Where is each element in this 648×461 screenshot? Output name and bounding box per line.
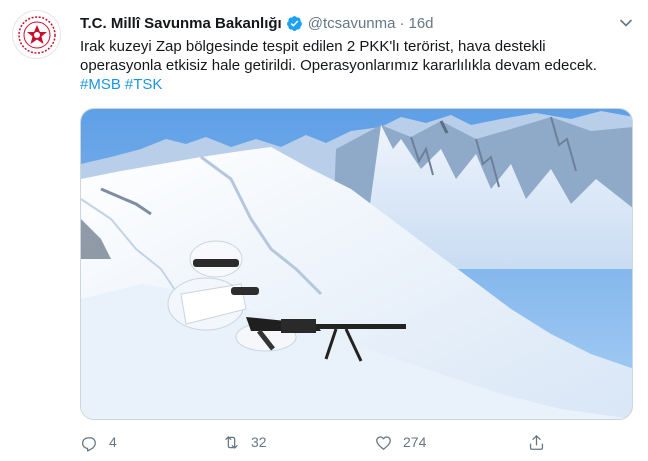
- snowy-mountain-photo: [81, 109, 632, 419]
- retweet-count: 32: [251, 434, 267, 450]
- retweet-button[interactable]: 32: [222, 430, 267, 454]
- retweet-icon: [225, 435, 238, 449]
- tweet-text: Irak kuzeyi Zap bölgesinde tespit edilen…: [80, 37, 636, 94]
- tweet-photo[interactable]: [80, 108, 633, 420]
- hashtag-link[interactable]: #TSK: [125, 76, 163, 93]
- reply-icon: [81, 436, 96, 452]
- hashtag-link[interactable]: #MSB: [80, 76, 121, 93]
- chevron-down-icon[interactable]: [616, 13, 636, 33]
- tweet-timestamp[interactable]: 16d: [408, 15, 433, 32]
- account-name[interactable]: T.C. Millî Savunma Bakanlığı: [80, 15, 282, 32]
- reply-count: 4: [109, 434, 117, 450]
- account-handle[interactable]: @tcsavunma: [308, 15, 396, 32]
- tweet-header: T.C. Millî Savunma Bakanlığı @tcsavunma …: [80, 12, 636, 34]
- like-count: 274: [403, 434, 427, 450]
- like-button[interactable]: 274: [374, 430, 426, 454]
- tweet-actions: 4 32 274: [80, 430, 636, 454]
- reply-button[interactable]: 4: [80, 430, 117, 454]
- tweet-text-line: operasyonla etkisiz hale getirildi. Oper…: [80, 57, 597, 74]
- share-icon: [529, 434, 544, 450]
- emblem-logo: [17, 15, 56, 54]
- share-button[interactable]: [527, 430, 546, 454]
- hashtag-list: #MSB #TSK: [80, 75, 636, 94]
- tweet-text-line: Irak kuzeyi Zap bölgesinde tespit edilen…: [80, 38, 546, 55]
- like-icon: [376, 435, 391, 450]
- separator-dot: ·: [399, 14, 405, 32]
- verified-badge-icon: [286, 15, 303, 32]
- avatar[interactable]: [12, 10, 61, 59]
- tweet[interactable]: T.C. Millî Savunma Bakanlığı @tcsavunma …: [0, 0, 648, 461]
